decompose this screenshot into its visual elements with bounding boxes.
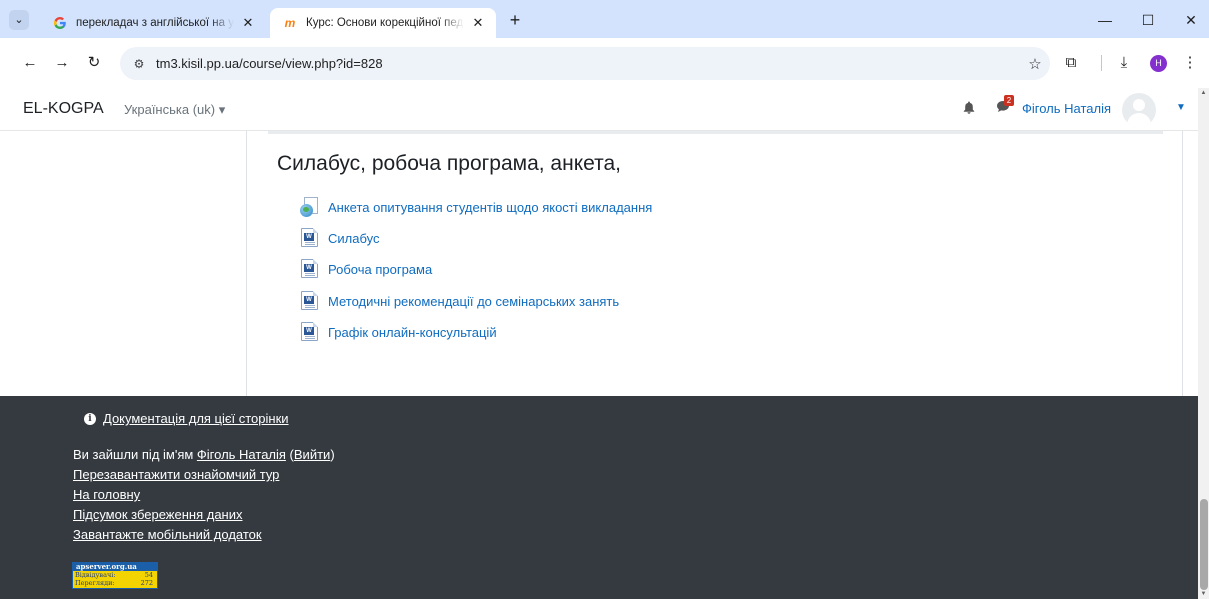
download-icon[interactable]: ⤓ (1114, 53, 1134, 73)
activity-consultation-schedule[interactable]: W Графік онлайн-консультацій (300, 321, 497, 343)
visitor-counter[interactable]: apserver.org.ua Відвідувачі: 54 Перегляд… (72, 562, 158, 589)
moodle-icon: m (284, 16, 296, 30)
page-footer: i Документація для цієї сторінки Ви зайш… (0, 396, 1198, 599)
bell-icon[interactable] (963, 101, 975, 117)
tab-search-button[interactable]: ⌄ (9, 10, 29, 30)
toolbar-divider (1101, 55, 1102, 71)
browser-tabstrip: ⌄ перекладач з англійської на ук ✕ m Кур… (0, 0, 1209, 38)
browser-toolbar: ← → ↻ ⚙ tm3.kisil.pp.ua/course/view.php?… (0, 38, 1209, 88)
scroll-down-arrow-icon[interactable]: ▼ (1199, 591, 1208, 597)
scroll-up-arrow-icon[interactable]: ▲ (1199, 90, 1208, 96)
user-menu-caret-icon[interactable]: ▼ (1176, 102, 1186, 113)
user-menu-name[interactable]: Фіголь Наталія (1022, 101, 1111, 116)
counter-views-label: Перегляди: (75, 579, 115, 587)
counter-visitors-row: Відвідувачі: 54 (75, 571, 155, 579)
word-doc-icon: W (300, 259, 320, 279)
counter-views-value: 272 (140, 579, 153, 587)
activity-seminar-guidelines[interactable]: W Методичні рекомендації до семінарських… (300, 290, 619, 312)
logout-open-paren: ( (285, 447, 294, 462)
survey-icon (300, 197, 320, 217)
section-title: Силабус, робоча програма, анкета, (277, 152, 621, 175)
activity-survey[interactable]: Анкета опитування студентів щодо якості … (300, 196, 652, 218)
browser-menu-icon[interactable]: ⋮ (1180, 53, 1200, 73)
left-column-border (246, 131, 247, 396)
activity-work-program[interactable]: W Робоча програма (300, 258, 432, 280)
close-window-button[interactable]: ✕ (1176, 10, 1206, 30)
logout-link[interactable]: Вийти (294, 447, 330, 462)
browser-tab-course[interactable]: m Курс: Основи корекційної педа ✕ (270, 8, 496, 38)
language-menu[interactable]: Українська (uk) ▾ (124, 102, 225, 118)
address-bar[interactable]: ⚙ tm3.kisil.pp.ua/course/view.php?id=828… (120, 47, 1050, 80)
word-doc-icon: W (300, 322, 320, 342)
profile-link[interactable]: Фіголь Наталія (197, 447, 286, 462)
new-tab-button[interactable]: + (506, 11, 524, 30)
counter-visitors-label: Відвідувачі: (75, 571, 116, 579)
activity-link[interactable]: Графік онлайн-консультацій (328, 325, 497, 340)
site-brand[interactable]: EL-KOGPA (23, 100, 104, 118)
tab-title: перекладач з англійської на ук (76, 17, 234, 29)
counter-visitors-value: 54 (144, 571, 153, 579)
mobile-app-link[interactable]: Завантажте мобільний додаток (73, 527, 262, 542)
google-icon (52, 15, 68, 31)
profile-avatar[interactable]: H (1150, 55, 1167, 72)
section-top-divider (268, 131, 1163, 134)
close-tab-icon[interactable]: ✕ (470, 15, 486, 31)
avatar-body-shape (1127, 113, 1151, 127)
reload-icon[interactable]: ↻ (84, 53, 104, 73)
activity-link[interactable]: Анкета опитування студентів щодо якості … (328, 200, 652, 215)
browser-tab-translator[interactable]: перекладач з англійської на ук ✕ (40, 8, 266, 38)
forward-arrow-icon[interactable]: → (52, 53, 72, 73)
restart-tour-link[interactable]: Перезавантажити ознайомчий тур (73, 467, 279, 482)
word-doc-icon: W (300, 291, 320, 311)
notification-count-badge: 2 (1004, 95, 1014, 106)
url-text[interactable]: tm3.kisil.pp.ua/course/view.php?id=828 (156, 56, 1020, 71)
word-doc-icon: W (300, 228, 320, 248)
data-retention-link[interactable]: Підсумок збереження даних (73, 507, 243, 522)
docs-link[interactable]: Документація для цієї сторінки (103, 411, 289, 426)
tab-title: Курс: Основи корекційної педа (306, 17, 464, 29)
site-settings-icon[interactable]: ⚙ (130, 57, 148, 71)
logout-close-paren: ) (330, 447, 335, 462)
extensions-icon[interactable]: ⧉ (1061, 53, 1081, 73)
activity-syllabus[interactable]: W Силабус (300, 227, 379, 249)
scrollbar-thumb[interactable] (1200, 499, 1208, 590)
site-navbar: EL-KOGPA Українська (uk) ▾ 2 Фіголь Ната… (0, 88, 1198, 131)
counter-site: apserver.org.ua (73, 563, 157, 571)
minimize-button[interactable]: — (1090, 10, 1120, 30)
info-icon: i (84, 413, 96, 425)
activity-link[interactable]: Силабус (328, 231, 379, 246)
bookmark-star-icon[interactable]: ☆ (1020, 55, 1050, 73)
user-avatar[interactable] (1122, 93, 1156, 127)
maximize-button[interactable]: ☐ (1133, 10, 1163, 30)
counter-views-row: Перегляди: 272 (75, 579, 155, 587)
close-tab-icon[interactable]: ✕ (240, 15, 256, 31)
logged-in-prefix: Ви зайшли під ім'ям (73, 447, 197, 462)
avatar-head-shape (1133, 99, 1145, 111)
activity-link[interactable]: Робоча програма (328, 262, 432, 277)
logged-in-info: Ви зайшли під ім'ям Фіголь Наталія (Вийт… (73, 447, 335, 462)
right-column-border (1182, 131, 1183, 396)
back-arrow-icon[interactable]: ← (20, 53, 40, 73)
activity-link[interactable]: Методичні рекомендації до семінарських з… (328, 294, 619, 309)
home-link[interactable]: На головну (73, 487, 140, 502)
